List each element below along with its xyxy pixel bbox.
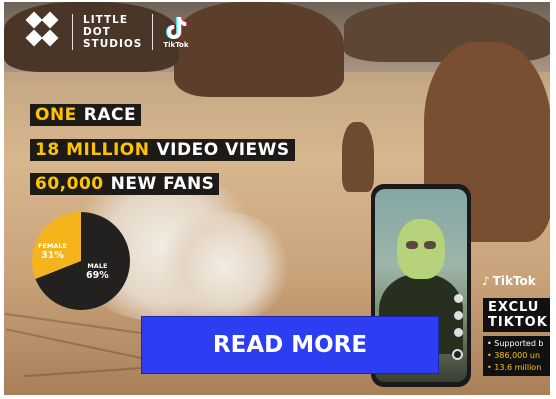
female-slice-label: FEMALE 31% (38, 242, 67, 260)
female-value: 31% (41, 250, 64, 261)
ad-banner[interactable]: LITTLE DOT STUDIOS TikTok ONE RACE 18 MI… (4, 2, 552, 395)
stat-text: Supported b (494, 339, 544, 348)
dust-cloud (154, 212, 294, 322)
read-more-button[interactable]: READ MORE (141, 316, 439, 374)
female-label: FEMALE (38, 242, 67, 250)
rock-formation (342, 122, 374, 192)
headline-highlight: 18 MILLION (35, 140, 150, 160)
studio-name-line: DOT (83, 26, 111, 38)
headline-highlight: ONE (35, 105, 77, 125)
stat-item: • 13.6 million (487, 363, 542, 372)
headline-row: 18 MILLION VIDEO VIEWS (30, 139, 295, 161)
male-value: 69% (86, 270, 109, 281)
exclusive-line: EXCLU (488, 300, 540, 315)
rock-formation (174, 2, 344, 97)
headline-highlight: 60,000 (35, 174, 104, 194)
headline-row: 60,000 NEW FANS (30, 173, 220, 195)
divider (72, 14, 73, 50)
promo-stats: • Supported b • 386,000 un • 13.6 millio… (483, 336, 552, 376)
brand-header: LITTLE DOT STUDIOS TikTok (24, 10, 189, 54)
headline-text: NEW FANS (110, 174, 215, 194)
person-balaclava (397, 219, 445, 279)
gender-split-pie-chart: FEMALE 31% MALE 69% (32, 212, 130, 310)
share-icon (454, 328, 463, 337)
tiktok-promo-logo: ♪ TikTok (482, 274, 536, 288)
comment-icon (454, 311, 463, 320)
stat-item: • 386,000 un (487, 351, 541, 360)
page-edge (550, 0, 556, 397)
tiktok-label: TikTok (163, 41, 189, 49)
headline-row: ONE RACE (30, 104, 142, 126)
tiktok-logo: TikTok (163, 15, 189, 49)
heart-icon (454, 294, 463, 303)
tiktok-note-icon (165, 17, 187, 39)
stat-item: • Supported b (487, 339, 544, 348)
tiktok-promo-label: TikTok (492, 274, 536, 288)
stat-text: 386,000 un (494, 351, 541, 360)
divider (152, 14, 154, 50)
studio-name-line: LITTLE (83, 14, 129, 26)
brand-x-logo-icon (24, 10, 62, 54)
stat-text: 13.6 million (494, 363, 542, 372)
tiktok-note-icon: ♪ (482, 274, 490, 288)
headline-text: RACE (83, 105, 137, 125)
headline-text: VIDEO VIEWS (156, 140, 290, 160)
male-slice-label: MALE 69% (86, 262, 109, 280)
music-disc-icon (452, 349, 463, 360)
studio-name-line: STUDIOS (83, 38, 143, 50)
male-label: MALE (87, 262, 108, 270)
exclusive-line: TIKTOK (488, 315, 548, 330)
exclusive-banner: EXCLU TIKTOK (483, 298, 552, 332)
little-dot-studios-logo: LITTLE DOT STUDIOS (83, 14, 142, 50)
